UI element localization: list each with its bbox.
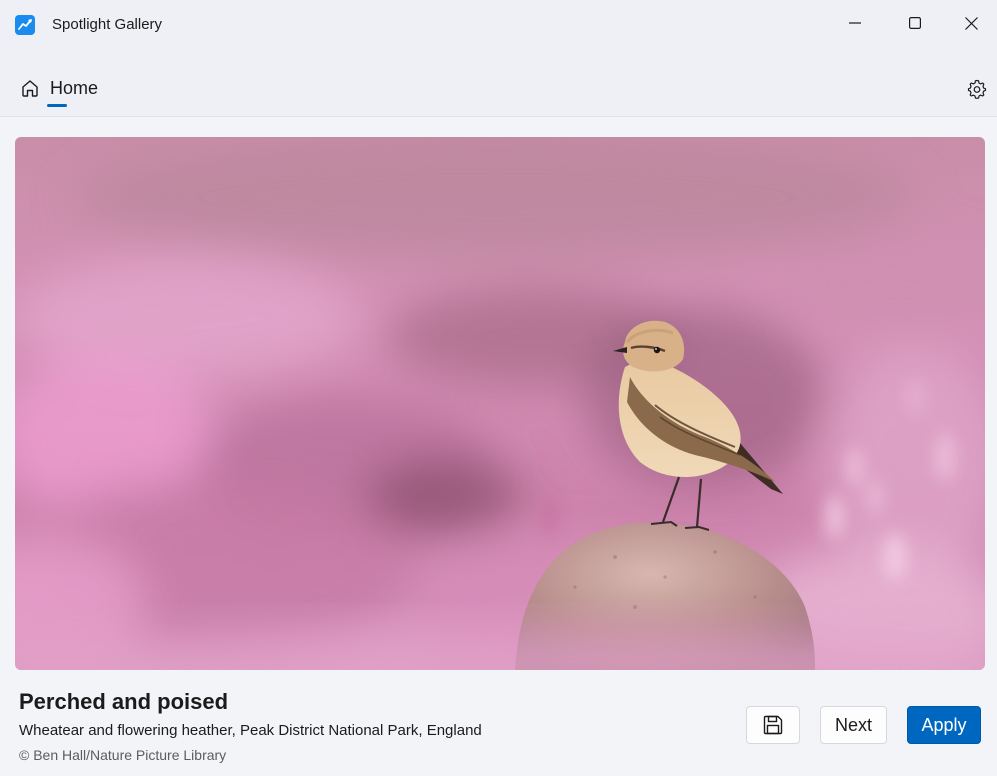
nav-selection-indicator bbox=[47, 104, 67, 107]
app-title: Spotlight Gallery bbox=[52, 16, 163, 33]
settings-button[interactable] bbox=[962, 74, 992, 104]
apply-button[interactable]: Apply bbox=[907, 706, 981, 744]
spotlight-image bbox=[15, 137, 985, 670]
navigation-bar: Home bbox=[0, 50, 997, 117]
close-icon bbox=[964, 16, 978, 30]
app-window: Spotlight Gallery Home Perched and poise… bbox=[0, 0, 997, 776]
save-button[interactable] bbox=[746, 706, 800, 744]
close-button[interactable] bbox=[945, 0, 997, 46]
image-description: Wheatear and flowering heather, Peak Dis… bbox=[19, 722, 482, 739]
maximize-button[interactable] bbox=[885, 0, 945, 46]
maximize-icon bbox=[909, 17, 921, 29]
image-title: Perched and poised bbox=[19, 689, 229, 714]
minimize-icon bbox=[849, 22, 861, 24]
next-button[interactable]: Next bbox=[820, 706, 887, 744]
title-bar[interactable]: Spotlight Gallery bbox=[0, 0, 997, 50]
app-logo-icon bbox=[14, 14, 36, 36]
nav-home-label: Home bbox=[50, 77, 99, 98]
gear-icon bbox=[967, 79, 987, 99]
save-icon bbox=[763, 715, 783, 735]
nav-item-home[interactable]: Home bbox=[16, 70, 102, 106]
image-copyright: © Ben Hall/Nature Picture Library bbox=[19, 747, 227, 763]
home-icon bbox=[22, 80, 38, 97]
minimize-button[interactable] bbox=[825, 0, 885, 46]
